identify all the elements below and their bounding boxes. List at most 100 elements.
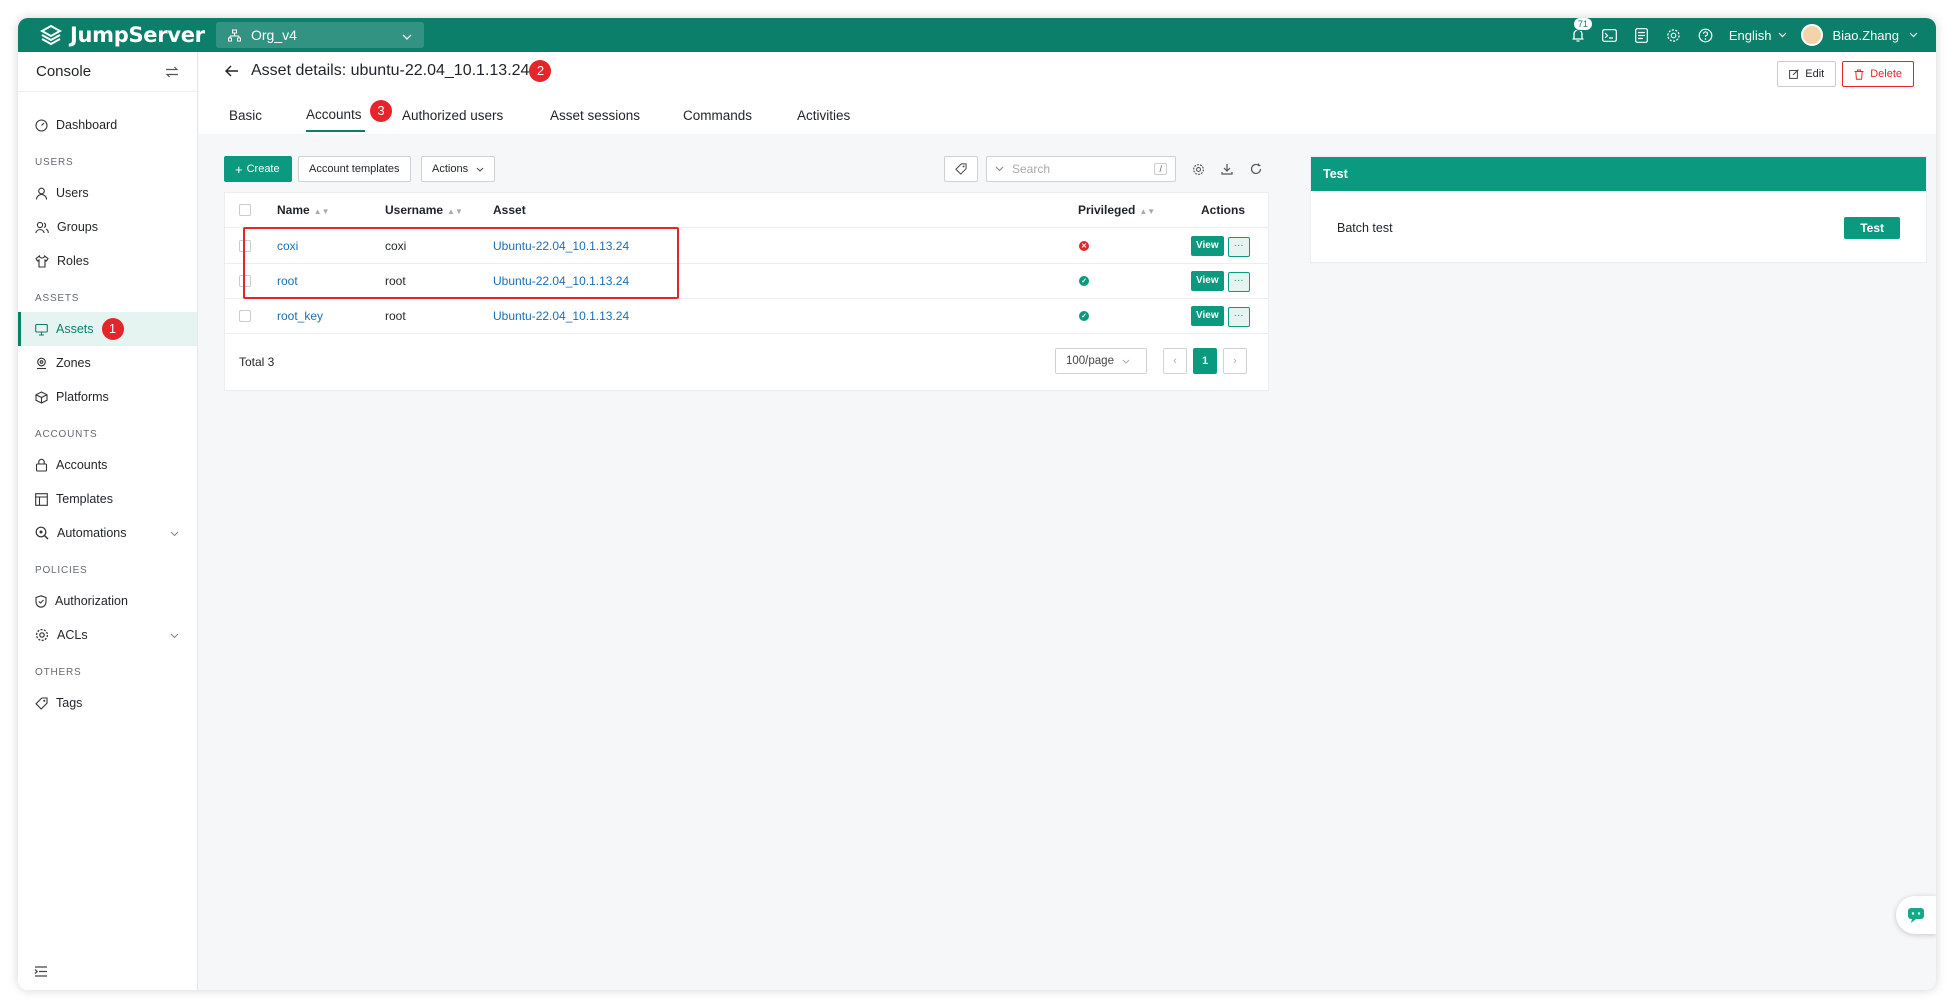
- view-button[interactable]: View: [1191, 270, 1224, 291]
- search-shortcut: /: [1154, 163, 1167, 175]
- tag-filter-button[interactable]: [944, 156, 978, 182]
- sort-icon: ▲▼: [447, 207, 463, 216]
- create-label: Create: [246, 163, 280, 175]
- edit-button[interactable]: Edit: [1777, 61, 1837, 87]
- logo[interactable]: JumpServer: [40, 23, 205, 47]
- notification-bell-icon[interactable]: 71: [1569, 18, 1593, 44]
- chevron-down-icon: [402, 27, 412, 43]
- chevron-down-icon: [170, 628, 179, 642]
- more-actions-button[interactable]: ···: [1227, 271, 1250, 292]
- sidebar-item-platforms[interactable]: Platforms: [18, 380, 197, 414]
- tag-icon: [955, 163, 967, 175]
- settings-gear-icon[interactable]: [1665, 26, 1683, 44]
- next-page-button[interactable]: ›: [1223, 348, 1247, 374]
- search-input[interactable]: Search /: [986, 156, 1176, 182]
- monitor-icon: [35, 323, 48, 336]
- sidebar-item-zones[interactable]: Zones: [18, 346, 197, 380]
- view-button[interactable]: View: [1191, 305, 1224, 326]
- username-cell: root: [385, 309, 406, 323]
- create-button[interactable]: + Create: [224, 156, 292, 182]
- sidebar-item-templates[interactable]: Templates: [18, 482, 197, 516]
- column-header-privileged[interactable]: Privileged ▲▼: [1078, 203, 1155, 217]
- sidebar-item-automations[interactable]: Automations: [18, 516, 197, 550]
- section-others: OTHERS: [35, 667, 82, 678]
- back-arrow-icon[interactable]: [225, 65, 239, 77]
- prev-page-button[interactable]: ‹: [1163, 348, 1187, 374]
- switch-view-icon[interactable]: [165, 66, 179, 78]
- column-header-name[interactable]: Name ▲▼: [277, 203, 330, 217]
- help-icon[interactable]: [1697, 26, 1715, 44]
- tab-activities[interactable]: Activities: [797, 98, 877, 132]
- page-title-text: Asset details: ubuntu-22.04_10.1.13.24: [251, 62, 530, 79]
- search-placeholder: Search: [1012, 162, 1051, 176]
- row-checkbox[interactable]: [239, 310, 251, 322]
- tab-commands[interactable]: Commands: [683, 98, 797, 132]
- tab-label: Activities: [797, 107, 851, 123]
- tab-label: Asset sessions: [550, 107, 641, 123]
- template-icon: [35, 492, 48, 506]
- chevron-down-icon: [476, 167, 484, 172]
- privileged-yes-icon: ✓: [1079, 311, 1089, 321]
- role-shirt-icon: [35, 254, 49, 268]
- sidebar-item-label: Automations: [57, 526, 127, 540]
- tab-label: Commands: [683, 107, 753, 123]
- table-settings-icon[interactable]: [1186, 156, 1210, 182]
- step-marker-3: 3: [370, 100, 392, 122]
- select-all-checkbox[interactable]: [239, 204, 251, 216]
- sidebar-item-dashboard[interactable]: Dashboard: [18, 108, 197, 142]
- column-header-actions: Actions: [1201, 203, 1245, 217]
- step-marker-1: 1: [101, 318, 124, 340]
- sidebar-item-authorization[interactable]: Authorization: [18, 584, 197, 618]
- page-1-button[interactable]: 1: [1193, 348, 1217, 374]
- terminal-icon[interactable]: [1601, 26, 1619, 44]
- table-header-row: Name ▲▼ Username ▲▼ Asset Privileged ▲▼ Act…: [225, 193, 1268, 228]
- refresh-icon[interactable]: [1244, 156, 1268, 182]
- tab-authorized-users[interactable]: Authorized users: [402, 98, 550, 132]
- org-name: Org_v4: [251, 27, 297, 43]
- test-panel: Test Batch test Test: [1310, 156, 1927, 263]
- user-name: Biao.Zhang: [1832, 27, 1900, 43]
- table-row: root_key root Ubuntu-22.04_10.1.13.24 ✓ …: [225, 299, 1268, 334]
- sidebar-item-label: Authorization: [55, 594, 128, 608]
- more-actions-button[interactable]: ···: [1227, 306, 1250, 327]
- sidebar-item-label: Platforms: [56, 390, 109, 404]
- account-name-link[interactable]: root_key: [277, 309, 323, 323]
- sidebar-item-acls[interactable]: ACLs: [18, 618, 197, 652]
- sidebar-item-label: ACLs: [57, 628, 88, 642]
- test-button[interactable]: Test: [1844, 216, 1900, 239]
- chevron-down-icon: [1909, 32, 1918, 38]
- asset-link[interactable]: Ubuntu-22.04_10.1.13.24: [493, 309, 629, 323]
- collapse-sidebar-icon[interactable]: [34, 964, 48, 982]
- tickets-icon[interactable]: [1633, 26, 1651, 44]
- view-button[interactable]: View: [1191, 235, 1224, 256]
- dashboard-icon: [35, 118, 48, 132]
- cube-icon: [35, 390, 48, 404]
- notification-badge: 71: [1572, 18, 1593, 31]
- page-title: Asset details: ubuntu-22.04_10.1.13.24 2: [225, 60, 552, 82]
- test-panel-title: Test: [1311, 157, 1926, 191]
- actions-dropdown[interactable]: Actions: [421, 156, 496, 182]
- sidebar-item-tags[interactable]: Tags: [18, 686, 197, 720]
- delete-button[interactable]: Delete: [1842, 61, 1914, 87]
- language-selector[interactable]: English: [1729, 28, 1787, 43]
- console-header: Console: [18, 52, 197, 92]
- more-actions-button[interactable]: ···: [1227, 236, 1250, 257]
- sidebar-item-users[interactable]: Users: [18, 176, 197, 210]
- column-header-username[interactable]: Username ▲▼: [385, 203, 463, 217]
- tab-asset-sessions[interactable]: Asset sessions: [550, 98, 683, 132]
- account-templates-button[interactable]: Account templates: [298, 156, 411, 182]
- sidebar-item-assets[interactable]: Assets 1: [18, 312, 197, 346]
- org-selector[interactable]: Org_v4: [216, 22, 424, 48]
- download-icon[interactable]: [1215, 156, 1239, 182]
- console-title: Console: [36, 63, 92, 80]
- sidebar-item-groups[interactable]: Groups: [18, 210, 197, 244]
- page-size-select[interactable]: 100/page: [1055, 348, 1147, 374]
- sidebar-item-accounts[interactable]: Accounts: [18, 448, 197, 482]
- chevron-down-icon: [170, 526, 179, 540]
- tab-accounts[interactable]: Accounts: [306, 98, 365, 132]
- privileged-yes-icon: ✓: [1079, 276, 1089, 286]
- chat-assistant-icon[interactable]: [1896, 896, 1936, 934]
- tab-basic[interactable]: Basic: [229, 98, 306, 132]
- user-menu[interactable]: Biao.Zhang: [1800, 24, 1919, 46]
- sidebar-item-roles[interactable]: Roles: [18, 244, 197, 278]
